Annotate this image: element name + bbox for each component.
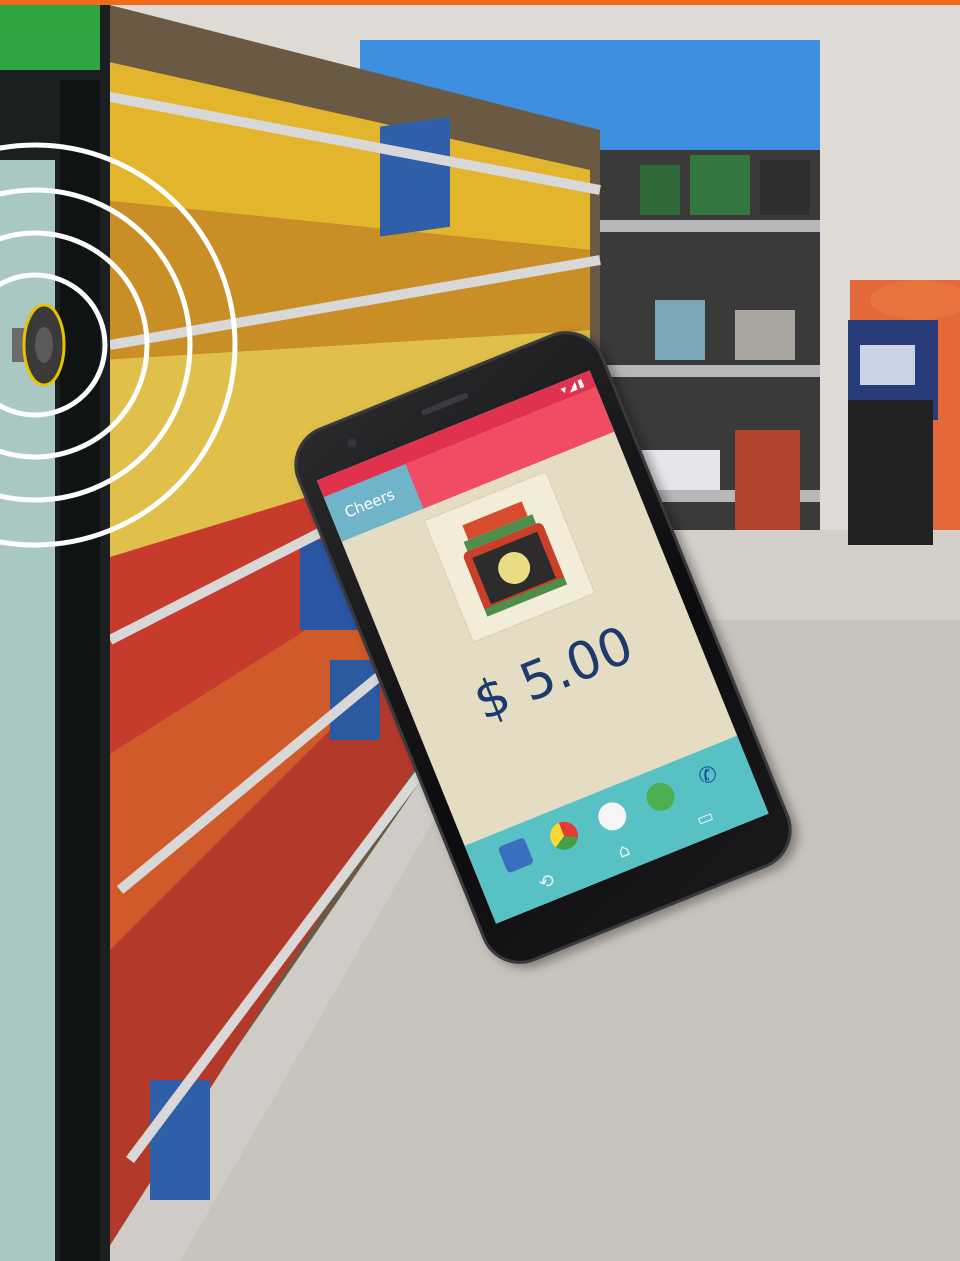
right-display [848,280,960,545]
back-icon[interactable]: ⟲ [536,870,558,895]
chrome-icon[interactable] [545,817,583,855]
phone-call-icon[interactable]: ✆ [690,759,726,795]
recents-icon[interactable]: ▭ [693,805,717,831]
price-label: $ 5.00 [465,615,642,733]
hangouts-icon[interactable] [642,778,679,816]
apps-icon[interactable] [594,798,631,835]
gallery-app-icon[interactable] [497,837,535,874]
home-icon[interactable]: ⌂ [615,839,633,863]
app-title: Cheers [341,485,398,522]
top-accent-bar [0,0,960,5]
